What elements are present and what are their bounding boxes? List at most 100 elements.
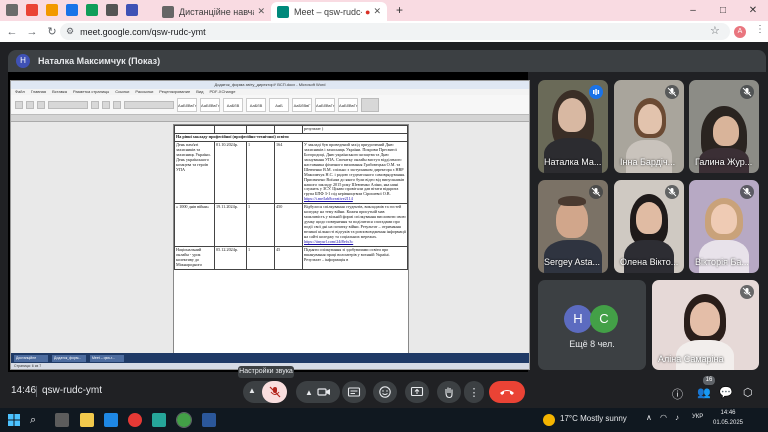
tab-distance-learning[interactable]: Дистанційне навчання в ВСП ✕	[156, 2, 271, 21]
bookmark-star-icon[interactable]: ☆	[710, 24, 720, 37]
system-time[interactable]: 14:46	[713, 410, 743, 416]
ribbon-tab: Рецензирование	[159, 89, 191, 94]
table-row: « 1000 днів війни» 19.11.2024р. 1 450 Ві…	[174, 203, 408, 247]
style-preview: АаБбВ	[246, 97, 266, 112]
event-count: 1	[246, 203, 275, 247]
reload-icon[interactable]: ↻	[42, 25, 62, 38]
participant-tile[interactable]: Аліна Самаріна	[652, 280, 759, 370]
search-icon[interactable]: ⌕	[30, 414, 36, 427]
captions-icon	[347, 387, 361, 397]
microphone-toggle-button[interactable]	[262, 381, 287, 403]
address-bar[interactable]: ⚙ meet.google.com/qsw-rudc-ymt	[60, 23, 730, 40]
input-language[interactable]: УКР	[692, 414, 703, 420]
participant-tile[interactable]: Вікторія Ба...	[689, 180, 759, 273]
ribbon-tab: Вставка	[52, 89, 67, 94]
participant-tile[interactable]: Наталка Ма...	[538, 80, 608, 173]
volume-icon[interactable]: ♪	[675, 413, 679, 422]
leave-call-button[interactable]	[489, 381, 525, 403]
participant-tile[interactable]: Sergey Asta...	[538, 180, 608, 273]
audio-settings-chevron-icon[interactable]: ▲	[248, 386, 256, 395]
pinned-tab-icon[interactable]	[126, 4, 138, 16]
edge-icon[interactable]	[152, 413, 166, 427]
event-description: У закладі був проведений захід приурочен…	[304, 141, 406, 197]
tab-search-icon[interactable]	[6, 4, 18, 16]
close-tab-icon[interactable]: ✕	[257, 6, 265, 17]
windows-start-icon[interactable]	[8, 414, 20, 426]
present-screen-button[interactable]	[405, 381, 429, 403]
app-icon[interactable]	[104, 413, 118, 427]
participant-body	[544, 138, 602, 173]
event-date: 01.10.2024р.	[214, 140, 247, 205]
maximize-button[interactable]: □	[708, 5, 738, 16]
ribbon-tab: Файл	[15, 89, 25, 94]
close-tab-icon[interactable]: ✕	[373, 6, 381, 17]
participant-tile[interactable]: Олена Вікто...	[614, 180, 684, 273]
more-vert-icon: ⋮	[468, 386, 480, 399]
system-date[interactable]: 01.05.2025	[710, 420, 746, 426]
tab-meet[interactable]: Meet – qsw-rudc-ymt ● ✕	[271, 2, 387, 21]
profile-avatar[interactable]: A	[734, 26, 746, 38]
back-icon[interactable]: ←	[2, 26, 22, 38]
participant-name: Наталка Ма...	[544, 157, 602, 167]
table-row: День пам'яті захисників та захисниць Укр…	[174, 140, 408, 205]
event-people: 164	[274, 140, 303, 205]
emoji-icon	[379, 386, 391, 398]
reactions-button[interactable]	[373, 381, 397, 403]
captions-button[interactable]	[342, 381, 366, 403]
event-date: 05.12.2024р.	[214, 245, 247, 270]
forward-icon[interactable]: →	[22, 26, 42, 38]
activities-icon[interactable]: ⬡	[743, 386, 753, 399]
chrome-active-icon[interactable]	[176, 412, 192, 428]
participant-face	[690, 302, 720, 336]
site-info-icon[interactable]: ⚙	[66, 26, 74, 37]
weather-text[interactable]: 17°C Mostly sunny	[560, 414, 627, 423]
presenter-avatar: Н	[16, 54, 30, 68]
pinned-tab-icon[interactable]	[86, 4, 98, 16]
ribbon-icon	[37, 100, 45, 109]
event-count: 1	[246, 140, 275, 205]
people-icon[interactable]: 👥	[697, 386, 711, 399]
pinned-tab-icon[interactable]	[66, 4, 78, 16]
style-preview: АаБбВвГг	[315, 97, 335, 112]
raise-hand-button[interactable]	[437, 381, 461, 403]
minimize-button[interactable]: –	[678, 5, 708, 16]
word-icon[interactable]	[202, 413, 216, 427]
mic-off-icon	[740, 185, 754, 199]
gmail-pinned-icon[interactable]	[26, 4, 38, 16]
table-row: Національний онлайн - урок колективу до …	[174, 245, 408, 270]
participant-name: Олена Вікто...	[620, 257, 679, 267]
participant-tile[interactable]: Інна Бардіч...	[614, 80, 684, 173]
event-name: Національний онлайн - урок колективу до …	[174, 245, 215, 270]
video-settings-chevron-icon[interactable]: ▲	[305, 388, 313, 397]
event-people: 450	[274, 203, 303, 247]
pinned-tab-icon[interactable]	[106, 4, 118, 16]
weather-icon[interactable]	[543, 414, 555, 426]
browser-menu-icon[interactable]: ⋮	[755, 24, 765, 35]
meeting-info-icon[interactable]: ⓘ	[672, 386, 683, 402]
chrome-icon[interactable]	[128, 413, 142, 427]
chat-icon[interactable]: 💬	[719, 386, 733, 399]
task-view-icon[interactable]	[55, 413, 69, 427]
raise-hand-icon	[445, 387, 453, 399]
shared-screen-taskbar: Дистанційне Додаток_форм... Meet – qsw-r…	[11, 353, 529, 363]
wifi-icon[interactable]: ◠	[660, 413, 667, 422]
more-participants-label: Ещё 8 чел.	[569, 339, 615, 349]
new-tab-button[interactable]: +	[396, 3, 403, 17]
participant-tile[interactable]: Галина Жур...	[689, 80, 759, 173]
window-controls: – □ ✕	[678, 0, 768, 21]
event-description: Відбулося спілкування студентів, виклада…	[304, 204, 406, 240]
section-heading: На рівні закладу професійної (професійно…	[174, 132, 408, 142]
tray-chevron-icon[interactable]: ∧	[646, 413, 652, 422]
file-explorer-icon[interactable]	[80, 413, 94, 427]
ribbon-tab: Вид	[196, 89, 204, 94]
event-date: 19.11.2024р.	[214, 203, 247, 247]
recording-icon: ●	[365, 6, 371, 17]
ribbon-tab: Рассылки	[135, 89, 154, 94]
mic-off-icon	[665, 185, 679, 199]
camera-icon	[317, 388, 330, 396]
meeting-code[interactable]: qsw-rudc-ymt	[42, 385, 102, 396]
pinned-tab-icon[interactable]	[46, 4, 58, 16]
more-options-button[interactable]: ⋮	[464, 381, 484, 403]
close-window-button[interactable]: ✕	[738, 5, 768, 16]
camera-control-group[interactable]: ▲	[296, 381, 340, 403]
